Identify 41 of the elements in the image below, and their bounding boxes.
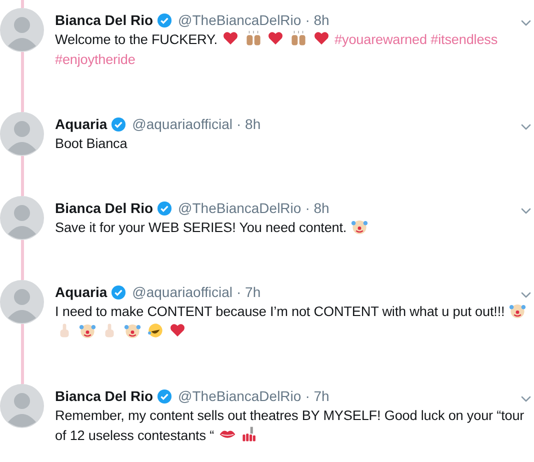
tweet-text: I need to make CONTENT because I’m not CONTENT with what u put out!!! — [55, 303, 505, 321]
tweet-time: · 8h — [236, 115, 261, 134]
raised-hands-icon — [244, 30, 262, 47]
tweet-text: of 12 useless contestants “ — [55, 427, 214, 445]
tweet-time: · 7h — [236, 283, 261, 302]
author-name[interactable]: Aquaria — [55, 282, 108, 302]
avatar[interactable] — [0, 196, 44, 240]
tweet-time: · 7h — [305, 387, 330, 406]
hashtag-link[interactable]: #youarewarned — [334, 32, 427, 47]
author-name[interactable]: Aquaria — [55, 114, 108, 134]
avatar[interactable] — [0, 112, 44, 156]
clown-icon — [351, 218, 368, 235]
author-name[interactable]: Bianca Del Rio — [55, 10, 154, 30]
heart-icon — [267, 30, 284, 47]
author-name[interactable]: Bianca Del Rio — [55, 386, 154, 406]
tweet-text: Boot Bianca — [55, 135, 128, 153]
author-handle[interactable]: @aquariaofficial — [132, 114, 232, 134]
author-handle[interactable]: @TheBiancaDelRio — [178, 10, 302, 30]
tweet-text: Save it for your WEB SERIES! You need content. — [55, 219, 347, 237]
author-handle[interactable]: @TheBiancaDelRio — [178, 198, 302, 218]
avatar[interactable] — [0, 8, 44, 52]
laughing-face-icon — [146, 322, 164, 339]
heart-icon — [222, 30, 240, 47]
hashtag-link[interactable]: #itsendless — [430, 32, 498, 47]
avatar[interactable] — [0, 384, 44, 428]
clown-icon — [124, 322, 142, 339]
tweet-time: · 8h — [305, 11, 330, 30]
tweet-text: Welcome to the FUCKERY. — [55, 31, 218, 49]
nail-polish-icon — [241, 426, 258, 443]
tweet-time: · 8h — [305, 199, 330, 218]
hashtag-link[interactable]: #enjoytheride — [55, 52, 136, 67]
author-handle[interactable]: @aquariaofficial — [132, 282, 232, 302]
heart-icon — [169, 322, 186, 339]
avatar[interactable] — [0, 280, 44, 324]
tweet-text: Remember, my content sells out theatres BY MYSELF! Good luck on your “tour — [55, 407, 524, 425]
author-handle[interactable]: @TheBiancaDelRio — [178, 386, 302, 406]
author-name[interactable]: Bianca Del Rio — [55, 198, 154, 218]
heart-icon — [312, 30, 330, 47]
clown-icon — [78, 322, 96, 339]
raised-hands-icon — [290, 30, 308, 47]
clown-icon — [509, 302, 526, 319]
